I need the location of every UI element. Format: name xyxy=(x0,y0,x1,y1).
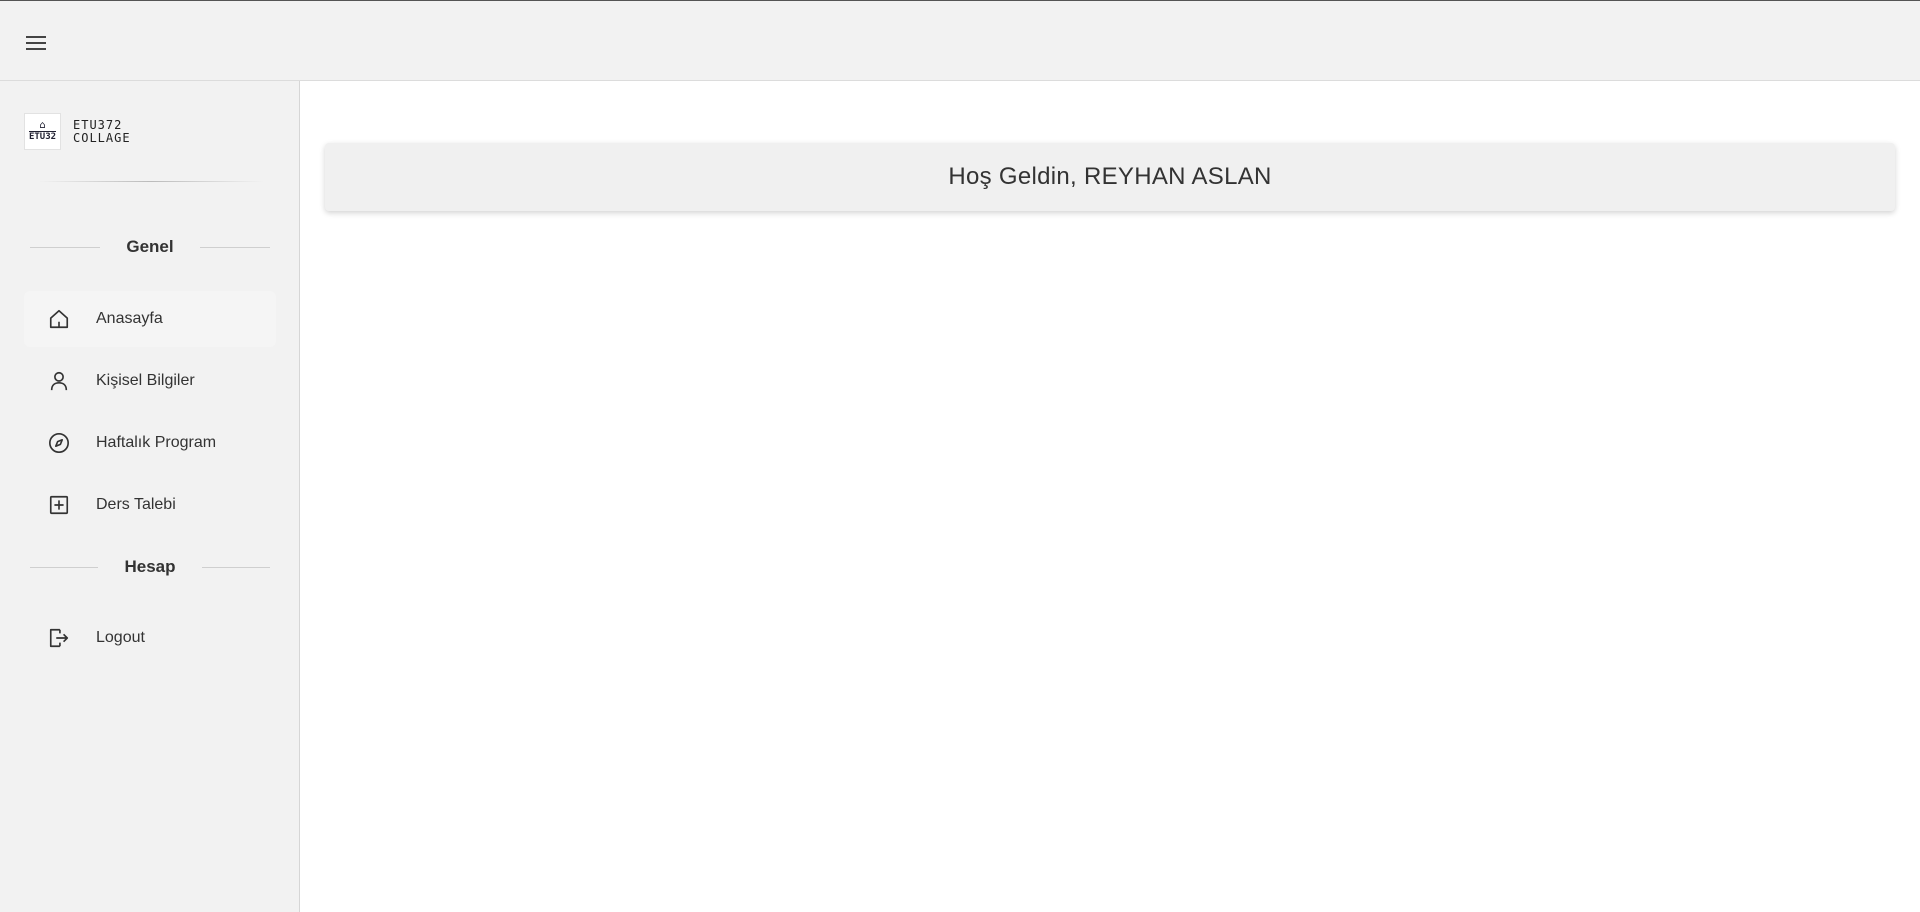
user-icon xyxy=(50,371,68,391)
divider xyxy=(30,246,101,248)
logout-icon xyxy=(49,628,69,648)
sidebar-item-kisisel-bilgiler[interactable]: Kişisel Bilgiler xyxy=(24,353,276,409)
sidebar-item-label: Haftalık Program xyxy=(96,434,217,451)
sidebar-item-haftalik-program[interactable]: Haftalık Program xyxy=(24,415,276,471)
welcome-message: Hoş Geldin, REYHAN ASLAN xyxy=(948,163,1272,190)
logo-code: ETU32 xyxy=(28,131,57,142)
divider xyxy=(201,566,270,568)
section-title-account: Hesap xyxy=(124,557,176,576)
brand-divider xyxy=(38,181,264,182)
brand-logo: ⌂ ETU32 xyxy=(24,113,61,150)
section-header-account: Hesap xyxy=(30,557,270,577)
hamburger-icon xyxy=(26,36,46,50)
sidebar-item-ders-talebi[interactable]: Ders Talebi xyxy=(24,477,276,533)
sidebar-item-label: Logout xyxy=(96,629,145,646)
sidebar-item-label: Ders Talebi xyxy=(96,496,176,513)
divider xyxy=(199,246,270,248)
sidebar-item-label: Kişisel Bilgiler xyxy=(96,372,195,389)
sidebar-item-anasayfa[interactable]: Anasayfa xyxy=(24,291,276,347)
top-bar xyxy=(0,0,1920,81)
logo-mark: ⌂ xyxy=(39,120,46,131)
welcome-card: Hoş Geldin, REYHAN ASLAN xyxy=(325,143,1895,211)
main-content: Hoş Geldin, REYHAN ASLAN xyxy=(300,81,1920,912)
brand-name: ETU372 COLLAGE xyxy=(73,117,131,145)
section-title-general: Genel xyxy=(126,237,174,256)
sidebar-item-logout[interactable]: Logout xyxy=(24,610,276,666)
sidebar: ⌂ ETU32 ETU372 COLLAGE Genel Anasayfa Ki… xyxy=(0,81,300,912)
plus-square-icon xyxy=(49,495,69,515)
menu-toggle-button[interactable] xyxy=(22,29,50,57)
compass-icon xyxy=(49,433,69,453)
brand[interactable]: ⌂ ETU32 ETU372 COLLAGE xyxy=(24,113,145,150)
section-header-general: Genel xyxy=(30,237,270,257)
sidebar-item-label: Anasayfa xyxy=(96,310,163,327)
divider xyxy=(30,566,99,568)
home-icon xyxy=(49,309,69,329)
